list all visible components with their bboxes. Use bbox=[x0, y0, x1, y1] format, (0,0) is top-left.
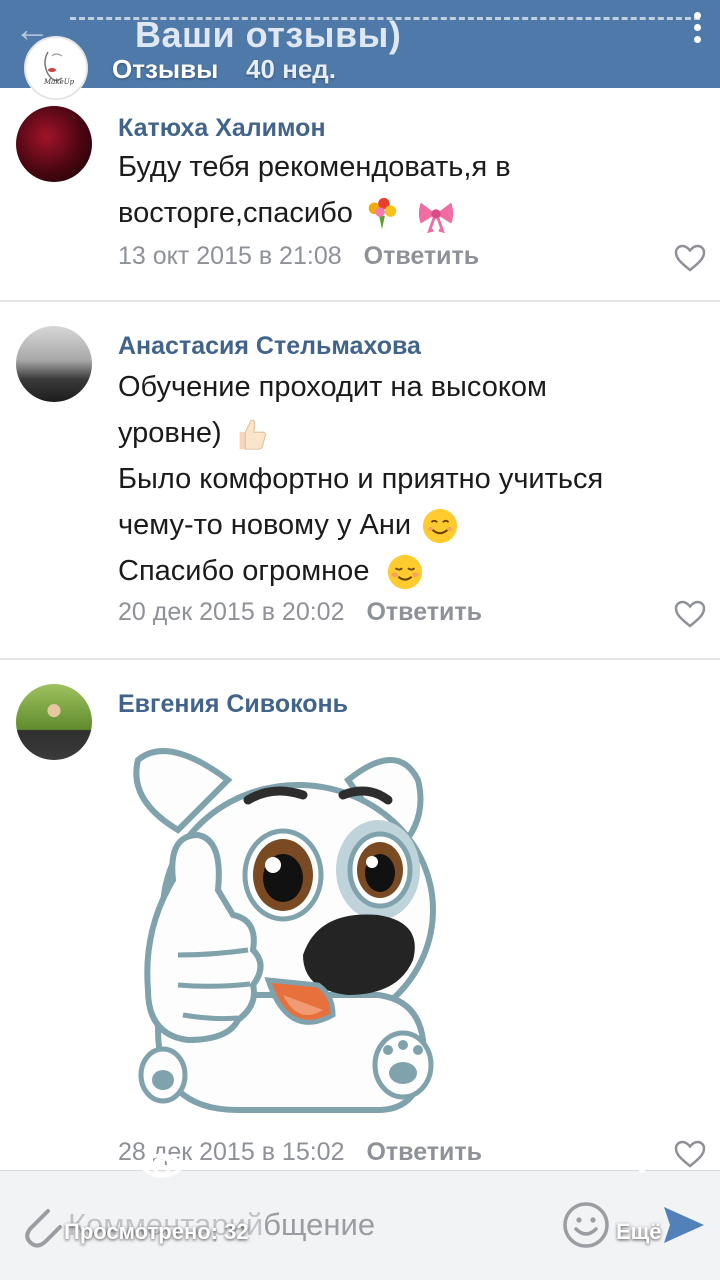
comment-item: Евгения Сивоконь 28 дек 2015 в 15:02 Отв… bbox=[0, 660, 720, 1170]
comment-item: Анастасия Стельмахова Обучение проходит … bbox=[0, 302, 720, 658]
heart-icon[interactable] bbox=[674, 1140, 706, 1168]
comment-line: Было комфортно и приятно учиться bbox=[118, 463, 604, 495]
comment-line: Обучение проходит на высоком bbox=[118, 371, 547, 403]
bouquet-emoji-icon bbox=[368, 198, 397, 230]
story-header: ← Ваши отзывы) bbox=[0, 0, 720, 88]
heart-icon[interactable] bbox=[674, 600, 706, 628]
comment-author[interactable]: Катюха Халимон bbox=[118, 114, 326, 143]
reply-button[interactable]: Ответить bbox=[364, 242, 480, 270]
comment-line-with-emoji: уровне) bbox=[118, 410, 678, 456]
comment-author[interactable]: Евгения Сивоконь bbox=[118, 690, 348, 719]
eye-icon bbox=[137, 1153, 187, 1178]
comment-line: Буду тебя рекомендовать,я в bbox=[118, 151, 511, 183]
topic-title: Ваши отзывы) bbox=[135, 14, 402, 55]
comment-item: Катюха Халимон Буду тебя рекомендовать,я… bbox=[0, 88, 720, 300]
placeholder-fragment: бщение bbox=[263, 1207, 376, 1242]
comment-author[interactable]: Анастасия Стельмахова bbox=[118, 332, 421, 361]
heart-icon[interactable] bbox=[674, 244, 706, 272]
menu-dots-icon[interactable] bbox=[692, 12, 702, 46]
send-icon[interactable] bbox=[660, 1201, 708, 1249]
reply-button[interactable]: Ответить bbox=[366, 1138, 482, 1166]
comment-line-with-emoji: восторге,спасибо bbox=[118, 190, 678, 236]
avatar[interactable] bbox=[16, 684, 92, 760]
story-time: 40 нед. bbox=[246, 54, 337, 84]
story-author: Отзывы bbox=[112, 54, 219, 84]
smile-icon[interactable] bbox=[562, 1201, 610, 1249]
comment-text: Буду тебя рекомендовать,я в восторге,спа… bbox=[118, 144, 678, 236]
comment-line: восторге,спасибо bbox=[118, 197, 353, 229]
comment-date: 20 дек 2015 в 20:02 bbox=[118, 598, 345, 626]
svg-text:MakeUp: MakeUp bbox=[43, 78, 75, 86]
comment-text: Обучение проходит на высоком уровне) Был… bbox=[118, 364, 678, 594]
comment-line: чему-то новому у Ани bbox=[118, 509, 412, 541]
relieved-face-emoji-icon bbox=[387, 555, 422, 590]
comment-line: Спасибо огромное bbox=[118, 555, 370, 587]
smiling-face-emoji-icon bbox=[423, 509, 458, 544]
comment-line: уровне) bbox=[118, 417, 222, 449]
more-button[interactable]: Ещё bbox=[616, 1219, 661, 1245]
thumbs-up-emoji-icon bbox=[239, 420, 266, 451]
avatar[interactable] bbox=[16, 326, 92, 402]
ribbon-emoji-icon bbox=[418, 202, 454, 234]
paperclip-icon[interactable] bbox=[18, 1199, 64, 1249]
comment-line-with-emoji: чему-то новому у Ани bbox=[118, 502, 678, 548]
story-more-dots-icon[interactable] bbox=[634, 1136, 660, 1186]
views-count[interactable]: Просмотрено: 32 bbox=[64, 1219, 249, 1245]
avatar[interactable] bbox=[16, 106, 92, 182]
reply-button[interactable]: Ответить bbox=[366, 598, 482, 626]
sticker-puppy-thumbs-up bbox=[133, 748, 436, 1113]
comment-line-with-emoji: Спасибо огромное bbox=[118, 548, 678, 594]
comment-meta: 13 окт 2015 в 21:08 Ответить bbox=[118, 242, 479, 271]
comment-date: 13 окт 2015 в 21:08 bbox=[118, 242, 342, 270]
comment-meta: 20 дек 2015 в 20:02 Ответить bbox=[118, 598, 482, 627]
